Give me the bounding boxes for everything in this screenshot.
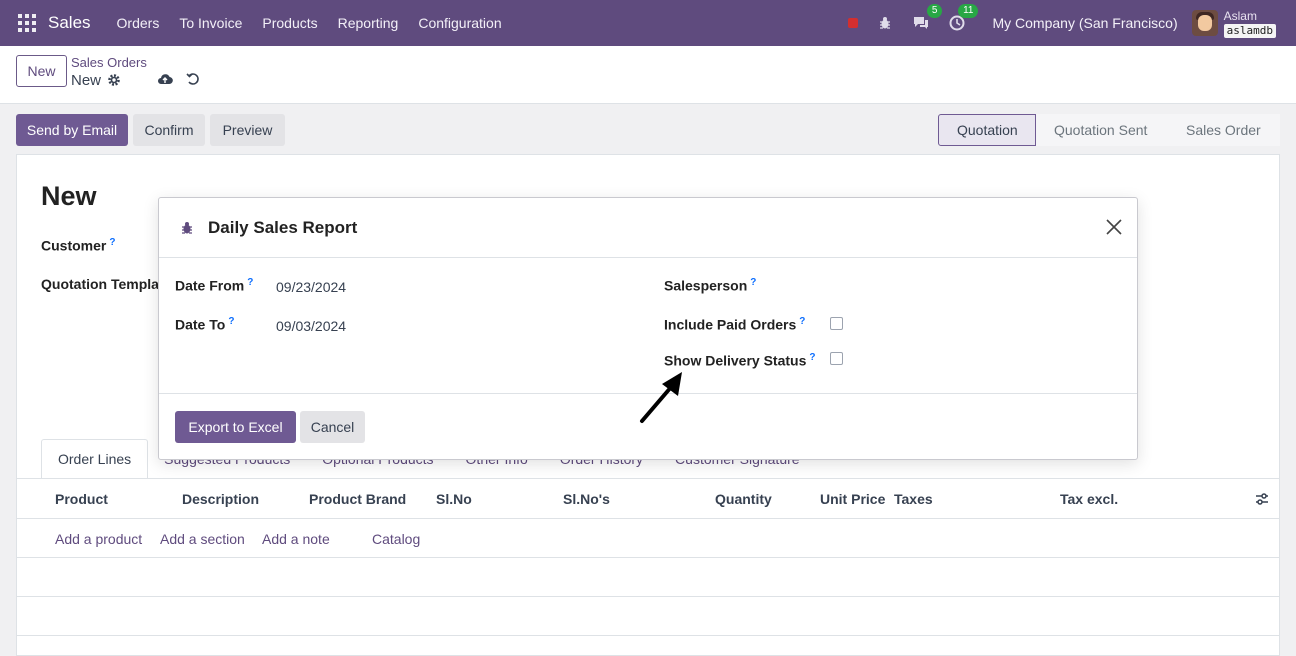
order-lines-header: Product Description Product Brand Sl.No … — [17, 479, 1279, 519]
help-marker: ? — [809, 352, 816, 363]
table-row — [17, 597, 1279, 636]
quotation-template-label: Quotation Templa — [41, 276, 159, 292]
database-name: aslamdb — [1223, 23, 1276, 38]
top-navbar: Sales Orders To Invoice Products Reporti… — [0, 0, 1296, 46]
export-to-excel-button[interactable]: Export to Excel — [175, 411, 296, 443]
table-row — [17, 558, 1279, 597]
main-menu: Orders To Invoice Products Reporting Con… — [107, 15, 512, 31]
menu-configuration[interactable]: Configuration — [408, 15, 511, 31]
close-icon[interactable] — [1105, 218, 1123, 236]
debug-record-icon[interactable] — [848, 18, 859, 28]
customer-label: Customer? — [41, 237, 116, 254]
help-marker: ? — [799, 316, 806, 327]
pointer-arrow-icon — [640, 372, 682, 423]
status-bar: Quotation Quotation Sent Sales Order — [938, 114, 1280, 146]
menu-reporting[interactable]: Reporting — [328, 15, 409, 31]
new-record-button[interactable]: New — [16, 55, 67, 87]
user-menu[interactable]: Aslam aslamdb — [1223, 8, 1276, 38]
date-from-field[interactable]: 09/23/2024 — [276, 279, 346, 295]
user-name: Aslam — [1223, 8, 1257, 23]
user-avatar[interactable] — [1191, 10, 1218, 36]
add-section-link[interactable]: Add a section — [160, 531, 245, 547]
column-header[interactable]: Sl.No's — [563, 491, 610, 507]
menu-orders[interactable]: Orders — [107, 15, 170, 31]
cancel-button[interactable]: Cancel — [300, 411, 365, 443]
catalog-link[interactable]: Catalog — [372, 531, 420, 547]
save-cloud-icon[interactable] — [157, 72, 173, 86]
confirm-button[interactable]: Confirm — [133, 114, 205, 146]
gear-icon[interactable] — [107, 73, 121, 87]
menu-products[interactable]: Products — [252, 15, 327, 31]
help-marker: ? — [228, 316, 235, 327]
activity-count-badge: 11 — [958, 4, 979, 18]
column-header[interactable]: Unit Price — [820, 491, 885, 507]
include-paid-orders-checkbox[interactable] — [830, 317, 843, 330]
column-header[interactable]: Description — [182, 491, 259, 507]
status-quotation-sent[interactable]: Quotation Sent — [1036, 114, 1168, 146]
help-marker: ? — [247, 277, 254, 288]
table-row: Add a product Add a section Add a note C… — [17, 519, 1279, 558]
include-paid-orders-label: Include Paid Orders? — [664, 316, 806, 333]
breadcrumb-parent[interactable]: Sales Orders — [71, 55, 147, 70]
status-sales-order[interactable]: Sales Order — [1168, 114, 1280, 146]
chat-icon[interactable]: 5 — [910, 4, 943, 34]
column-header[interactable]: Tax excl. — [1060, 491, 1118, 507]
date-from-label: Date From? — [175, 277, 254, 294]
column-header[interactable]: Quantity — [715, 491, 772, 507]
company-switcher[interactable]: My Company (San Francisco) — [992, 15, 1177, 31]
salesperson-label: Salesperson? — [664, 277, 757, 294]
bug-icon — [182, 222, 192, 234]
add-product-link[interactable]: Add a product — [55, 531, 142, 547]
show-delivery-status-label: Show Delivery Status? — [664, 352, 816, 369]
record-title: New — [41, 181, 97, 211]
column-header[interactable]: Product Brand — [309, 491, 406, 507]
control-panel: New Sales Orders New — [0, 46, 1296, 104]
menu-to-invoice[interactable]: To Invoice — [169, 15, 252, 31]
dialog-title: Daily Sales Report — [208, 218, 358, 237]
app-name[interactable]: Sales — [48, 13, 91, 33]
chat-count-badge: 5 — [926, 4, 943, 18]
column-header[interactable]: Product — [55, 491, 108, 507]
help-marker: ? — [109, 237, 116, 248]
status-quotation[interactable]: Quotation — [938, 114, 1036, 146]
apps-grid-icon[interactable] — [18, 14, 36, 32]
discard-undo-icon[interactable] — [186, 72, 200, 86]
show-delivery-status-checkbox[interactable] — [830, 352, 843, 365]
dialog-header: Daily Sales Report — [159, 198, 1137, 258]
activity-clock-icon[interactable]: 11 — [946, 4, 979, 34]
column-header[interactable]: Taxes — [894, 491, 933, 507]
date-to-field[interactable]: 09/03/2024 — [276, 318, 346, 334]
send-by-email-button[interactable]: Send by Email — [16, 114, 128, 146]
add-note-link[interactable]: Add a note — [262, 531, 330, 547]
tab-order-lines[interactable]: Order Lines — [41, 439, 149, 479]
navbar-systray: 5 11 My Company (San Francisco) Aslam as… — [848, 0, 1296, 46]
preview-button[interactable]: Preview — [210, 114, 285, 146]
breadcrumb-current: New — [71, 72, 102, 89]
column-header[interactable]: Sl.No — [436, 491, 472, 507]
help-marker: ? — [750, 277, 757, 288]
debug-bug-icon[interactable] — [874, 12, 896, 34]
date-to-label: Date To? — [175, 316, 235, 333]
optional-columns-icon[interactable] — [1255, 492, 1269, 506]
action-bar: Send by Email Confirm Preview Quotation … — [0, 104, 1296, 154]
